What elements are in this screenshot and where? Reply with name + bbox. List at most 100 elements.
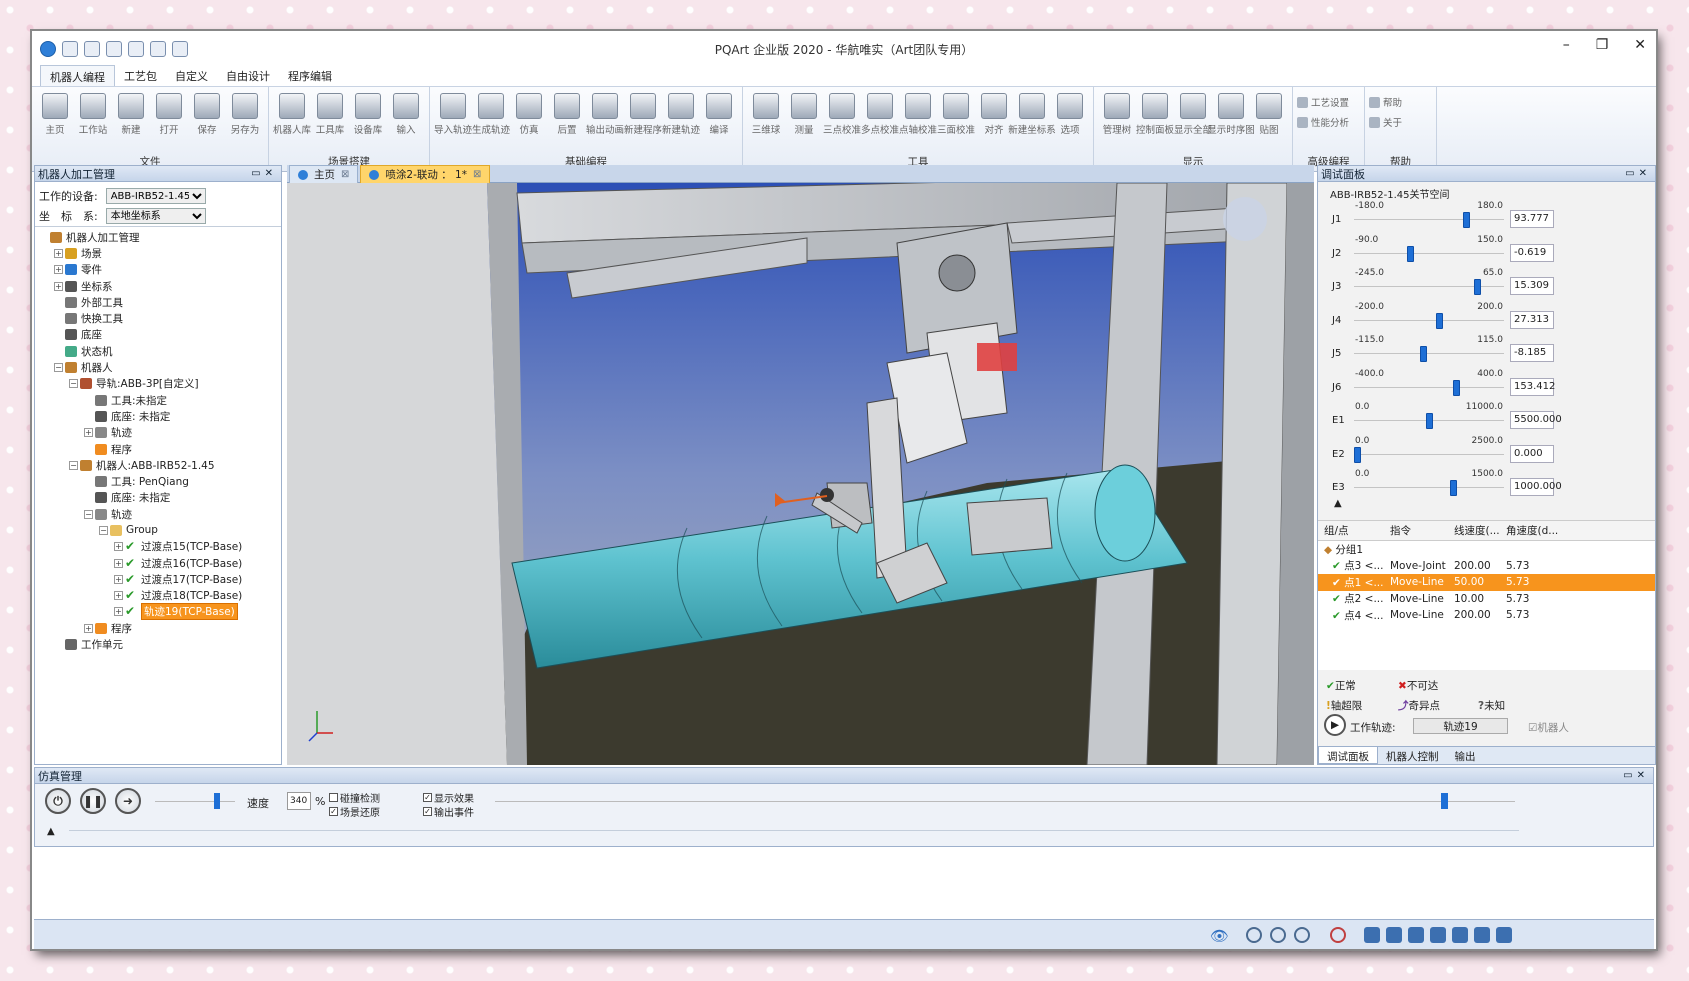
play-path-button[interactable]: ▶ [1324,714,1346,736]
ribbon-small-button[interactable]: 关于 [1369,115,1402,129]
close-icon[interactable]: ✕ [1637,770,1649,781]
view-iso-icon[interactable] [1496,927,1512,943]
joint-value-input[interactable]: 93.777 [1510,210,1554,228]
sim-checkbox[interactable]: 碰撞检测 [329,790,380,805]
joint-value-input[interactable]: 0.000 [1510,444,1554,463]
view-bottom-icon[interactable] [1430,927,1446,943]
redo-icon[interactable] [150,41,166,57]
expand-toggle-icon[interactable]: − [84,509,93,519]
joint-slider-track[interactable] [1354,319,1504,321]
close-icon[interactable]: ✕ [265,168,277,179]
joint-slider-thumb[interactable] [1425,413,1433,429]
expand-toggle-icon[interactable]: + [84,623,93,633]
tree-item[interactable]: + ✔ 轨迹19(TCP-Base) [35,603,281,621]
pin-icon[interactable]: ▭ [251,168,264,179]
tab-close-icon[interactable]: ⊠ [473,169,481,180]
tree-item[interactable]: + 坐标系 [35,278,281,294]
robot-checkbox[interactable]: ☑机器人 [1528,720,1569,735]
table-row[interactable]: ✔ 点2 <... Move-Line 10.00 5.73 [1318,591,1655,608]
coord-select[interactable]: 本地坐标系 [105,208,206,224]
ribbon-small-button[interactable]: 帮助 [1369,95,1402,109]
collapse-arrow-icon[interactable]: ▲ [47,826,55,837]
speed-slider[interactable] [155,793,235,809]
tree-item[interactable]: 程序 [35,441,281,457]
tree-item[interactable]: + ✔ 过渡点17(TCP-Base) [35,571,281,587]
menu-tab[interactable]: 自定义 [166,65,217,86]
tree-item[interactable]: 工作单元 [35,636,281,652]
no-shade-icon[interactable] [1330,927,1346,943]
tree-item[interactable]: 机器人加工管理 [35,229,281,245]
ribbon-small-button[interactable]: 工艺设置 [1297,95,1349,109]
debug-tab[interactable]: 机器人控制 [1378,747,1447,764]
restore-button[interactable]: ❐ [1596,37,1609,53]
power-button[interactable]: ⏻ [45,788,71,814]
expand-toggle-icon[interactable]: + [114,558,123,568]
zoom-icon[interactable] [1246,927,1262,943]
undo-icon[interactable] [128,41,144,57]
joint-slider-track[interactable] [1354,386,1504,388]
tree-item[interactable]: + 程序 [35,620,281,636]
tree-item[interactable]: 状态机 [35,343,281,359]
tree-item[interactable]: 快换工具 [35,310,281,326]
3d-viewport[interactable] [287,183,1314,765]
table-row[interactable]: ✔ 点4 <... Move-Line 200.00 5.73 [1318,607,1655,624]
group-row[interactable]: ◆ 分组1 [1318,541,1655,558]
pin-icon[interactable]: ▭ [1623,770,1636,781]
view-left-icon[interactable] [1452,927,1468,943]
joint-slider-track[interactable] [1354,286,1504,287]
expand-toggle-icon[interactable]: + [54,281,63,291]
speed-slider-thumb[interactable] [214,793,221,809]
menu-tab[interactable]: 程序编辑 [279,65,341,86]
tree-item[interactable]: 外部工具 [35,294,281,310]
tree-item[interactable]: − 机器人 [35,359,281,375]
menu-tab[interactable]: 机器人编程 [40,65,115,86]
joint-value-input[interactable]: -8.185 [1510,344,1554,362]
joint-slider-thumb[interactable] [1354,446,1361,463]
joint-value-input[interactable]: 5500.000 [1510,411,1562,429]
joint-slider-track[interactable] [1354,487,1504,488]
column-header[interactable]: 角速度(d... [1506,523,1558,538]
tree-item[interactable]: 工具:未指定 [35,392,281,408]
view-right-icon[interactable] [1474,927,1490,943]
joint-value-input[interactable]: 153.412 [1510,377,1555,396]
pause-button[interactable]: ❚❚ [80,788,106,814]
tree-item[interactable]: − Group [35,522,281,538]
joint-value-input[interactable]: 1000.000 [1510,478,1562,496]
joint-value-input[interactable]: -0.619 [1510,243,1554,262]
joint-value-input[interactable]: 15.309 [1510,277,1554,295]
table-row[interactable]: ✔ 点3 <... Move-Joint 200.00 5.73 [1318,558,1655,575]
tree-item[interactable]: − 轨迹 [35,506,281,522]
expand-toggle-icon[interactable]: + [114,591,123,601]
expand-toggle-icon[interactable]: − [54,363,63,373]
step-button[interactable]: ➜ [115,788,141,814]
collapse-arrow-icon[interactable]: ▲ [1334,498,1342,509]
timeline-slider[interactable] [495,793,1515,809]
tree-item[interactable]: + ✔ 过渡点16(TCP-Base) [35,555,281,571]
debug-tab[interactable]: 调试面板 [1318,747,1378,764]
pin-icon[interactable]: ▭ [1625,168,1638,179]
speed-input[interactable]: 340 [287,792,311,810]
work-path-field[interactable]: 轨迹19 [1413,718,1508,734]
expand-toggle-icon[interactable]: + [54,248,63,258]
eye-icon[interactable]: 👁 [1210,927,1229,945]
tree-item[interactable]: + 轨迹 [35,425,281,441]
joint-slider-thumb[interactable] [1435,312,1443,329]
joint-slider-track[interactable] [1354,219,1504,220]
sim-checkbox[interactable]: ✓ 显示效果 [423,790,474,805]
tree-item[interactable]: − 机器人:ABB-IRB52-1.45 [35,457,281,473]
tab-close-icon[interactable]: ⊠ [341,169,349,180]
joint-value-input[interactable]: 27.313 [1510,310,1554,329]
menu-tab[interactable]: 工艺包 [115,65,166,86]
minimize-button[interactable]: – [1563,37,1570,53]
tree-item[interactable]: + 场景 [35,245,281,261]
column-header[interactable]: 线速度(... [1454,523,1506,538]
expand-toggle-icon[interactable]: − [99,525,108,535]
tree-item[interactable]: 底座: 未指定 [35,490,281,506]
joint-slider-track[interactable] [1354,353,1504,354]
sim-checkbox[interactable]: ✓ 输出事件 [423,804,474,819]
expand-toggle-icon[interactable]: + [114,542,123,552]
tree-item[interactable]: + ✔ 过渡点15(TCP-Base) [35,539,281,555]
close-icon[interactable]: ✕ [1639,168,1651,179]
save-icon[interactable] [84,41,100,57]
joint-slider-track[interactable] [1354,453,1504,455]
